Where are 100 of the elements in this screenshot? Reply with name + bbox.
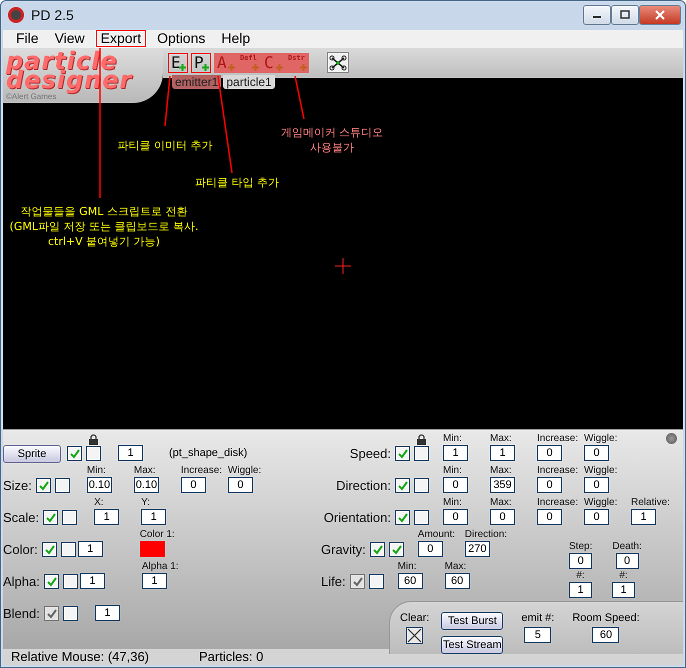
- input-field[interactable]: 5: [524, 627, 552, 643]
- input-field[interactable]: 1: [142, 573, 167, 589]
- row-label: Blend:: [3, 605, 40, 623]
- input-field[interactable]: 1: [490, 445, 515, 461]
- input-field[interactable]: 1: [118, 445, 143, 461]
- input-field[interactable]: 60: [592, 627, 620, 643]
- checkbox[interactable]: [62, 606, 78, 621]
- input-field[interactable]: 1: [569, 582, 592, 598]
- input-field[interactable]: 0: [569, 553, 592, 569]
- input-field[interactable]: 1: [78, 541, 103, 557]
- input-field[interactable]: 0.10: [134, 477, 159, 493]
- test-button[interactable]: Test Burst: [441, 612, 504, 630]
- row-label: Speed:: [350, 445, 391, 463]
- field-label: Increase:: [180, 465, 222, 477]
- input-field[interactable]: 0: [537, 477, 562, 493]
- plus-icon: [228, 64, 235, 71]
- add-button[interactable]: P: [191, 52, 211, 73]
- input-field[interactable]: 0: [418, 541, 443, 557]
- menu-item[interactable]: Help: [216, 30, 256, 48]
- add-button[interactable]: E: [168, 52, 188, 73]
- checkbox[interactable]: [414, 446, 429, 461]
- field-label: #:: [576, 570, 585, 582]
- input-field[interactable]: 0: [537, 445, 562, 461]
- checkbox[interactable]: [54, 478, 70, 493]
- checkbox[interactable]: [86, 446, 101, 461]
- status-text: Relative Mouse: (47,36): [11, 649, 150, 665]
- input-field[interactable]: 0: [584, 445, 609, 461]
- leader-line: [164, 76, 171, 126]
- input-field[interactable]: 0: [584, 509, 609, 525]
- input-field[interactable]: 1: [612, 582, 635, 598]
- app-icon: [7, 6, 25, 24]
- input-field[interactable]: 1: [443, 445, 468, 461]
- maximize-button[interactable]: [611, 5, 639, 26]
- field-label: Step:: [569, 541, 592, 553]
- sprite-button[interactable]: Sprite: [3, 445, 61, 463]
- credit-text: ©Alert Games: [6, 92, 56, 101]
- plus-icon: [300, 64, 307, 71]
- checkbox[interactable]: [60, 542, 76, 557]
- input-field[interactable]: 1: [94, 509, 120, 525]
- menu-item[interactable]: File: [11, 30, 44, 48]
- leader-line: [294, 75, 305, 119]
- input-field[interactable]: 0.10: [86, 477, 112, 493]
- menu-item[interactable]: Options: [152, 30, 210, 48]
- input-field[interactable]: 0: [490, 509, 515, 525]
- input-field[interactable]: 0: [228, 477, 253, 493]
- crossed-tools-icon: [329, 54, 347, 71]
- lock-icon: [416, 434, 427, 445]
- collapse-button[interactable]: [666, 433, 677, 444]
- shape-name: (pt_shape_disk): [169, 446, 248, 461]
- input-field[interactable]: 0: [443, 509, 468, 525]
- window-title: PD 2.5: [31, 7, 74, 24]
- field-label: Max:: [134, 465, 156, 477]
- input-field[interactable]: 359: [490, 477, 515, 493]
- field-label: Min:: [86, 465, 106, 477]
- plus-icon: [252, 64, 259, 71]
- field-label: Alpha 1:: [142, 561, 179, 573]
- input-field[interactable]: 1: [94, 605, 120, 621]
- menu-item[interactable]: Export: [96, 30, 146, 48]
- input-field[interactable]: 1: [631, 509, 656, 525]
- tab[interactable]: particle1: [223, 74, 275, 89]
- checkbox[interactable]: [62, 574, 78, 589]
- annotation-text: 게임메이커 스튜디오 사용불가: [280, 124, 384, 155]
- field-label: Min:: [443, 433, 462, 445]
- input-field[interactable]: 1: [80, 573, 105, 589]
- row-label: Scale:: [3, 509, 40, 527]
- input-field[interactable]: 0: [616, 553, 639, 569]
- tab[interactable]: emitter1: [172, 74, 222, 89]
- field-label: Color 1:: [140, 529, 175, 541]
- row-label: Orientation:: [324, 509, 391, 527]
- field-label: X:: [94, 497, 104, 509]
- input-field[interactable]: 0: [537, 509, 562, 525]
- checkbox[interactable]: [62, 510, 78, 525]
- field-label: Amount:: [418, 529, 456, 541]
- checkbox[interactable]: [414, 510, 429, 525]
- close-button[interactable]: [639, 5, 681, 26]
- color-swatch[interactable]: [140, 541, 165, 557]
- field-label: #:: [619, 570, 628, 582]
- input-field[interactable]: 0: [180, 477, 206, 493]
- menu-item[interactable]: View: [50, 30, 90, 48]
- field-label: Wiggle:: [584, 497, 618, 509]
- input-field[interactable]: 0: [584, 477, 609, 493]
- plus-icon: [202, 64, 209, 71]
- field-label: Min:: [443, 497, 462, 509]
- test-button[interactable]: Test Stream: [441, 636, 504, 654]
- input-field[interactable]: 0: [443, 477, 468, 493]
- checkbox[interactable]: [414, 478, 429, 493]
- field-label: Max:: [490, 465, 512, 477]
- annotation-text: 파티클 이미터 추가: [118, 138, 212, 153]
- input-field[interactable]: 1: [141, 509, 166, 525]
- clear-label: Clear:: [400, 612, 430, 625]
- input-field[interactable]: 60: [398, 573, 423, 589]
- input-field[interactable]: 270: [464, 541, 490, 557]
- field-label: Increase:: [537, 433, 578, 445]
- checkbox[interactable]: [368, 574, 384, 589]
- minimize-button[interactable]: [583, 5, 611, 26]
- field-label: Y:: [141, 497, 150, 509]
- input-field[interactable]: 60: [444, 573, 470, 589]
- tool-button[interactable]: [327, 52, 349, 74]
- clear-checkbox[interactable]: [406, 627, 424, 644]
- field-label: Direction:: [464, 529, 508, 541]
